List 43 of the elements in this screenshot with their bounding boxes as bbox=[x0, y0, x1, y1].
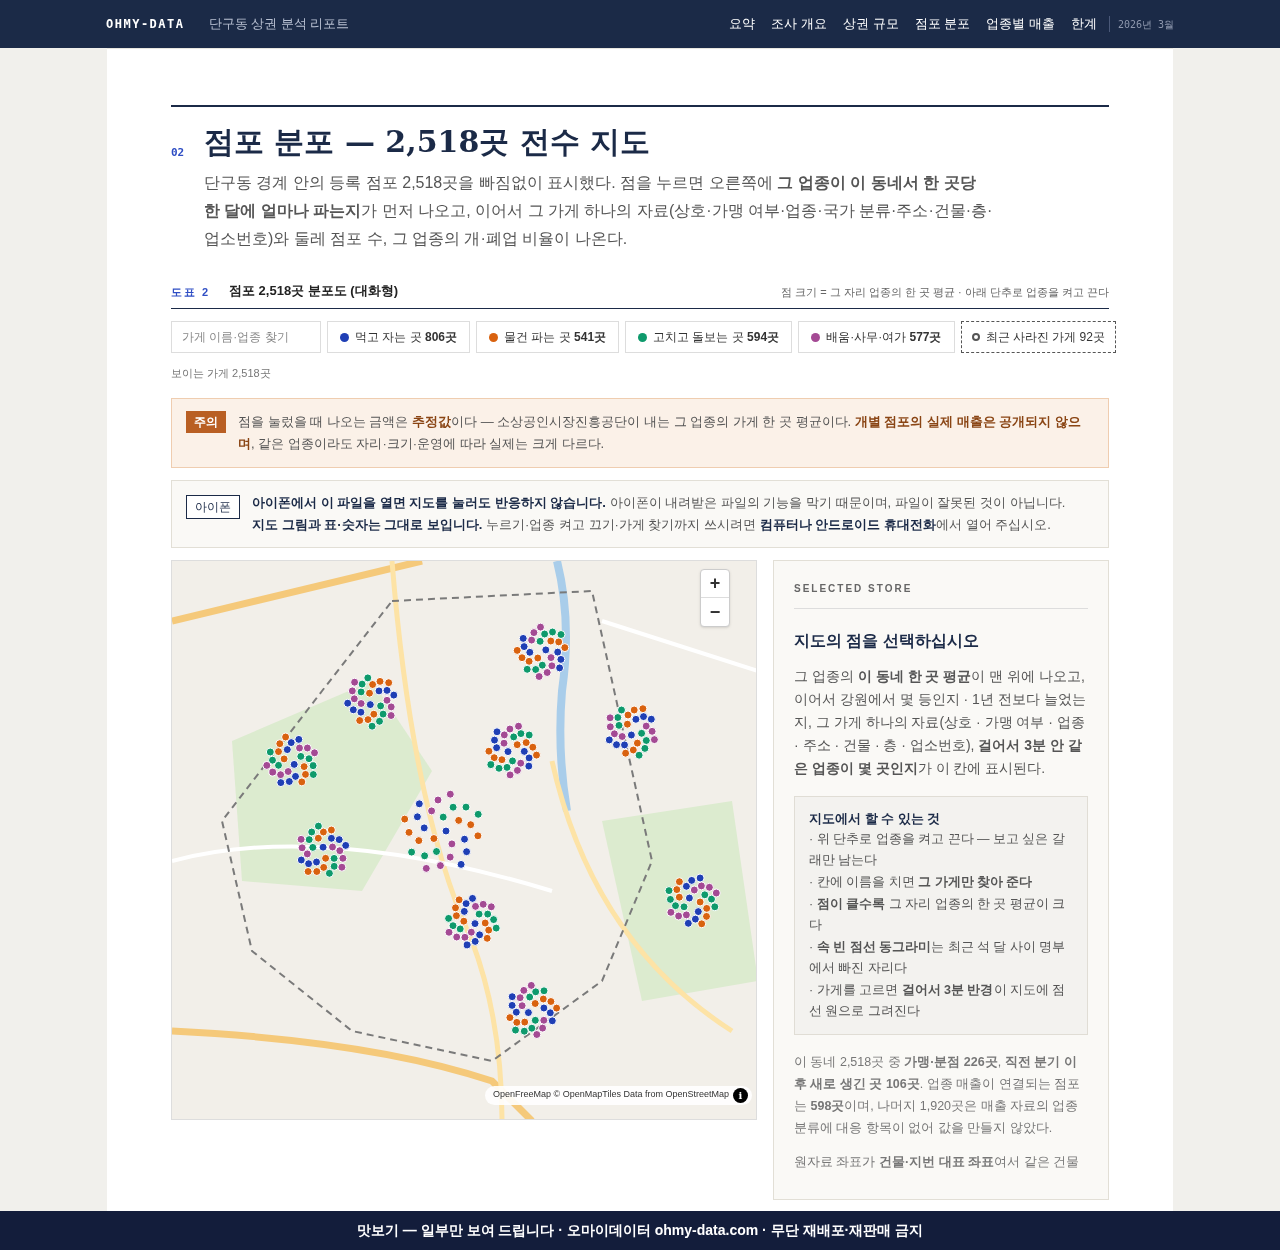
nav-link[interactable]: 상권 규모 bbox=[843, 14, 899, 34]
category-filter-button[interactable]: 물건 파는 곳 541곳 bbox=[476, 321, 620, 353]
panel-note: 이 동네 2,518곳 중 가맹·분점 226곳, 직전 분기 이후 새로 생긴 곳 106곳. 업종 매출이 연결되는 점포는 598곳이며, 나머지 1,920곳은 매출 자료의 업종 분류에 대응 항목이 없어 값을 만들지 않았다. bbox=[794, 1054, 1082, 1137]
nav-link[interactable]: 조사 개요 bbox=[771, 14, 827, 34]
nav-link[interactable]: 요약 bbox=[729, 14, 756, 34]
section-intro: 단구동 경계 안의 등록 점포 2,518곳을 빠짐없이 표시했다. 점을 누르면 오른쪽에 그 업종이 이 동네서 한 곳당 한 달에 얼마나 파는지가 먼저 나오고, 이어서 그 가게 하나의 자료(상호·가맹 여부·업종·국가 분류·주소·건물·층·업소번호)와 둘레 점포 수, 그 업종의 개·폐업 비율이 나온다. bbox=[204, 172, 994, 249]
section-number: 02 bbox=[171, 145, 186, 161]
help-title: 지도에서 할 수 있는 것 bbox=[809, 809, 942, 828]
report-date: 2026년 3월 bbox=[1117, 17, 1174, 32]
figure-title: 점포 2,518곳 분포도 (대화형) bbox=[229, 281, 399, 300]
section-title: 점포 분포 — 2,518곳 전수 지도 bbox=[204, 123, 652, 161]
preview-banner: 맛보기 — 일부만 보여 드립니다 · 오마이데이터 ohmy-data.com · 무단 재배포·재판매 금지 bbox=[0, 1211, 1280, 1250]
info-icon[interactable]: i bbox=[733, 1087, 748, 1103]
help-item: · 위 단추로 업종을 켜고 끈다 — 보고 싶은 갈래만 남는다 bbox=[809, 831, 1066, 869]
figure-label: 도표 2 bbox=[171, 284, 212, 300]
zoom-in-button[interactable]: + bbox=[701, 569, 729, 598]
report-title: 단구동 상권 분석 리포트 bbox=[208, 15, 350, 34]
store-map[interactable]: + − OpenFreeMap © OpenMapTiles Data from OpenStreetMap i bbox=[171, 559, 757, 1120]
brand-logo[interactable]: OHMY-DATA bbox=[106, 15, 185, 33]
nav-link[interactable]: 업종별 매출 bbox=[986, 14, 1055, 34]
category-filter-button[interactable]: 고치고 돌보는 곳 594곳 bbox=[625, 321, 793, 353]
panel-eyebrow: SELECTED STORE bbox=[794, 580, 1088, 609]
visible-count: 보이는 가게 2,518곳 bbox=[171, 366, 272, 381]
search-field[interactable]: 가게 이름·업종 찾기 bbox=[171, 321, 321, 353]
warning-text: 점을 눌렀을 때 나오는 금액은 추정값이다 — 소상공인시장진흥공단이 내는 그 업종의 가게 한 곳 평균이다. 개별 점포의 실제 매출은 공개되지 않으며, 같은 업종이라도 자리·크기·운영에 따라 실제는 크게 다르다. bbox=[238, 412, 1082, 453]
help-item: · 가게를 고르면 걸어서 3분 반경이 지도에 점선 원으로 그려진다 bbox=[809, 982, 1067, 1020]
category-filter-button[interactable]: 배움·사무·여가 577곳 bbox=[798, 321, 955, 353]
warning-badge: 주의 bbox=[186, 410, 226, 433]
nav-link[interactable]: 한계 bbox=[1070, 14, 1097, 34]
iphone-text: 아이폰에서 이 파일을 열면 지도를 눌러도 반응하지 않습니다. 아이폰이 내려받은 파일의 기능을 막기 때문이며, 파일이 잘못된 것이 아닙니다. 지도 그림과 표·숫자는 그대로 보입니다. 누르기·업종 켜고 끄기·가게 찾기까지 쓰시려면 컴퓨터나 안드로이드 휴대전화에서 열어 주십시오. bbox=[252, 493, 1067, 534]
panel-intro: 그 업종의 이 동네 한 곳 평균이 맨 위에 나오고, 이어서 강원에서 몇 등인지 · 1년 전보다 늘었는지, 그 가게 하나의 자료(상호 · 가맹 여부 · 업종 · 주소 · 건물 · 층 · 업소번호), 걸어서 3분 안 같은 업종이 몇 곳인지가 이 칸에 표시된다. bbox=[794, 666, 1087, 778]
help-item: · 점이 클수록 그 자리 업종의 한 곳 평균이 크다 bbox=[809, 896, 1067, 934]
category-filter-button[interactable]: 먹고 자는 곳 806곳 bbox=[327, 321, 471, 353]
nav-link[interactable]: 점포 분포 bbox=[914, 14, 971, 34]
zoom-out-button[interactable]: − bbox=[701, 597, 729, 626]
panel-note: 원자료 좌표가 건물·지번 대표 좌표여서 같은 건물 bbox=[794, 1154, 1080, 1171]
help-item: · 칸에 이름을 치면 그 가게만 찾아 준다 bbox=[809, 874, 1034, 891]
iphone-badge: 아이폰 bbox=[186, 494, 240, 519]
figure-note: 점 크기 = 그 자리 업종의 한 곳 평균 · 아래 단추로 업종을 켜고 끈다 bbox=[781, 284, 1109, 300]
panel-heading: 지도의 점을 선택하십시오 bbox=[794, 630, 980, 651]
closed-stores-filter-button[interactable]: 최근 사라진 가게 92곳 bbox=[960, 321, 1116, 353]
help-item: · 속 빈 점선 동그라미는 최근 석 달 사이 명부에서 빠진 자리다 bbox=[809, 939, 1067, 977]
map-attribution[interactable]: OpenFreeMap © OpenMapTiles Data from OpenStreetMap bbox=[493, 1088, 729, 1102]
